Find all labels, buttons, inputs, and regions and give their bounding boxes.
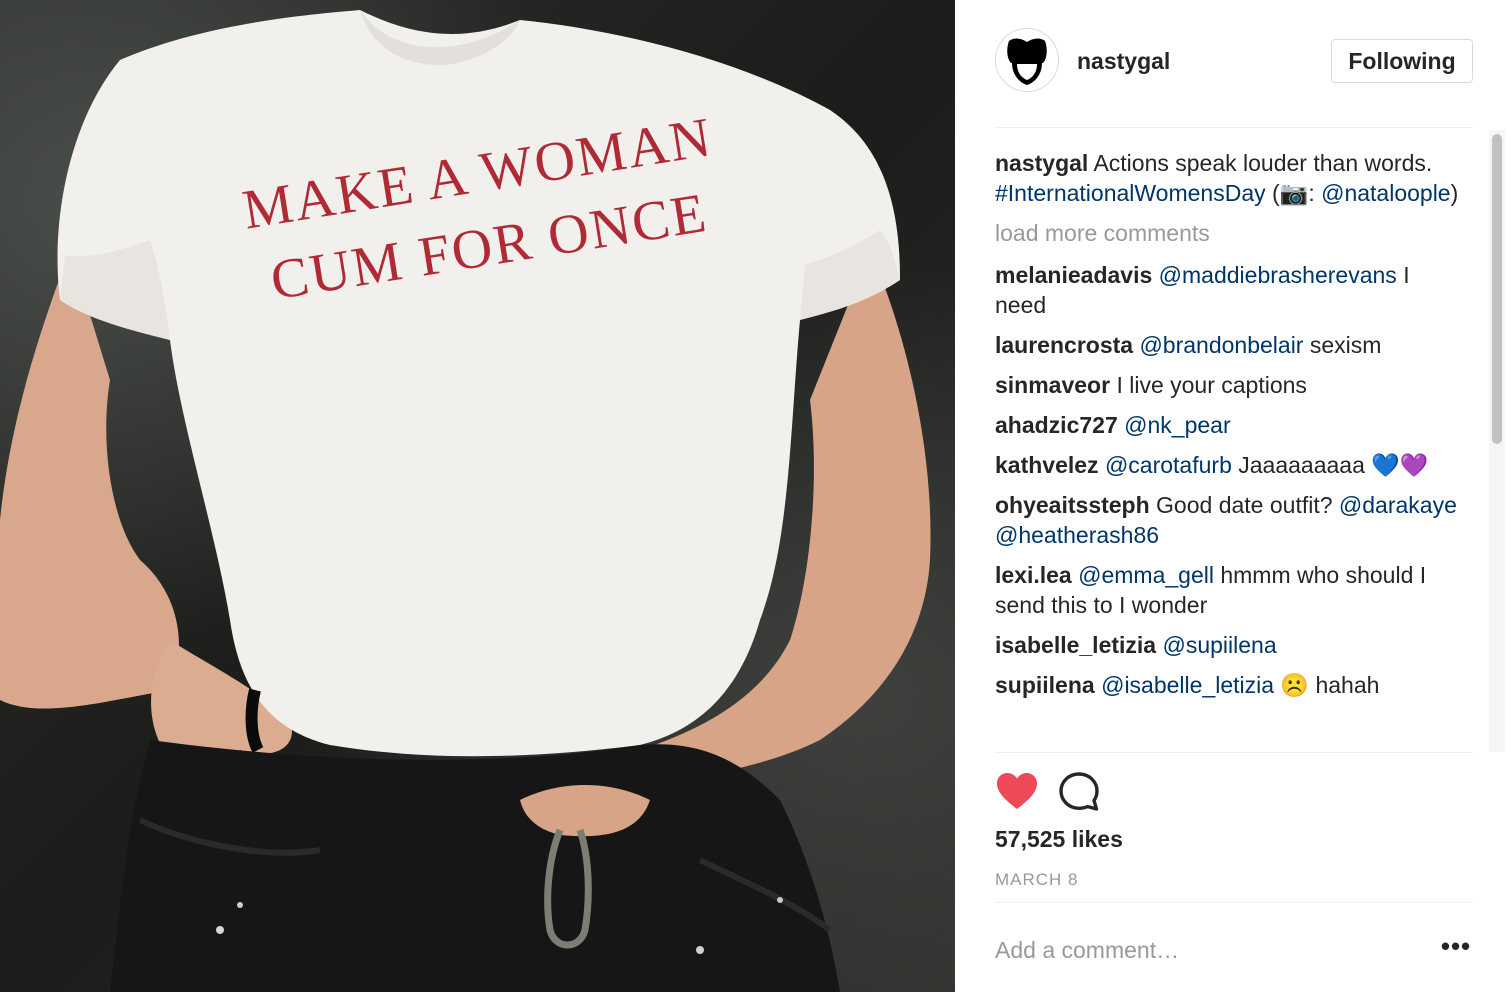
caption-text-colon: : xyxy=(1308,180,1322,206)
comment-username[interactable]: sinmaveor xyxy=(995,372,1110,398)
comment-item: ohyeaitssteph Good date outfit? @darakay… xyxy=(995,490,1465,550)
header-username[interactable]: nastygal xyxy=(1077,48,1170,75)
comments-scrollbar[interactable] xyxy=(1489,130,1505,752)
post-actions xyxy=(995,770,1473,820)
comment-text: Good date outfit? xyxy=(1149,492,1339,518)
comment-mention[interactable]: @carotafurb xyxy=(1105,452,1232,478)
caption-username[interactable]: nastygal xyxy=(995,150,1088,176)
comment-username[interactable]: laurencrosta xyxy=(995,332,1133,358)
comment-bubble-icon[interactable] xyxy=(1057,770,1101,814)
scrollbar-thumb[interactable] xyxy=(1492,134,1502,444)
more-options-button[interactable]: ••• xyxy=(1439,933,1473,964)
comment-mention[interactable]: @darakaye xyxy=(1339,492,1457,518)
comment-username[interactable]: kathvelez xyxy=(995,452,1099,478)
caption-mention[interactable]: @nataloople xyxy=(1321,180,1451,206)
divider xyxy=(995,902,1473,903)
comments-list[interactable]: nastygal Actions speak louder than words… xyxy=(995,148,1465,752)
comment-mention[interactable]: @maddiebrasherevans xyxy=(1159,262,1397,288)
post-header: nastygal Following xyxy=(995,28,1473,96)
divider xyxy=(995,752,1473,753)
post-sidebar: nastygal Following nastygal Actions spea… xyxy=(955,0,1510,992)
following-button[interactable]: Following xyxy=(1331,39,1473,83)
comment-text: sexism xyxy=(1303,332,1382,358)
caption-text: Actions speak louder than words. xyxy=(1088,150,1433,176)
comment-item: isabelle_letizia @supiilena xyxy=(995,630,1465,660)
comment-mention[interactable]: @isabelle_letizia xyxy=(1101,672,1274,698)
post-photo[interactable]: MAKE A WOMAN CUM FOR ONCE xyxy=(0,0,955,992)
add-comment-input[interactable] xyxy=(995,930,1415,970)
comment-mention[interactable]: @heatherash86 xyxy=(995,522,1159,548)
comment-username[interactable]: ohyeaitssteph xyxy=(995,492,1150,518)
comment-mention[interactable]: @emma_gell xyxy=(1078,562,1214,588)
comment-username[interactable]: lexi.lea xyxy=(995,562,1072,588)
likes-count[interactable]: 57,525 likes xyxy=(995,826,1123,853)
comment-text: ☹️ hahah xyxy=(1274,672,1380,698)
comment-item: lexi.lea @emma_gell hmmm who should I se… xyxy=(995,560,1465,620)
camera-emoji-icon: 📷 xyxy=(1279,180,1309,206)
avatar[interactable] xyxy=(995,28,1059,92)
comment-item: ahadzic727 @nk_pear xyxy=(995,410,1465,440)
heart-filled-icon[interactable] xyxy=(995,770,1039,814)
caption-text-close: ) xyxy=(1450,180,1459,206)
caption: nastygal Actions speak louder than words… xyxy=(995,148,1465,208)
comment-mention[interactable]: @nk_pear xyxy=(1124,412,1230,438)
comment-username[interactable]: isabelle_letizia xyxy=(995,632,1156,658)
comment-username[interactable]: melanieadavis xyxy=(995,262,1152,288)
comment-item: melanieadavis @maddiebrasherevans I need xyxy=(995,260,1465,320)
comment-item: kathvelez @carotafurb Jaaaaaaaaa 💙💜 xyxy=(995,450,1465,480)
jeans xyxy=(110,740,840,992)
comment-username[interactable]: ahadzic727 xyxy=(995,412,1118,438)
load-more-comments[interactable]: load more comments xyxy=(995,218,1465,248)
t-shirt xyxy=(57,10,900,757)
divider xyxy=(995,127,1473,128)
post-date[interactable]: MARCH 8 xyxy=(995,870,1079,890)
lips-logo-icon xyxy=(1007,38,1047,85)
comment-item: laurencrosta @brandonbelair sexism xyxy=(995,330,1465,360)
caption-hashtag[interactable]: #InternationalWomensDay xyxy=(995,180,1266,206)
comment-mention[interactable]: @supiilena xyxy=(1162,632,1276,658)
comment-text: Jaaaaaaaaa 💙💜 xyxy=(1231,452,1429,478)
caption-text-paren: ( xyxy=(1265,180,1280,206)
comment-mention[interactable]: @brandonbelair xyxy=(1139,332,1303,358)
comment-text: I live your captions xyxy=(1110,372,1307,398)
comment-item: sinmaveor I live your captions xyxy=(995,370,1465,400)
comment-username[interactable]: supiilena xyxy=(995,672,1095,698)
comment-item: supiilena @isabelle_letizia ☹️ hahah xyxy=(995,670,1465,700)
